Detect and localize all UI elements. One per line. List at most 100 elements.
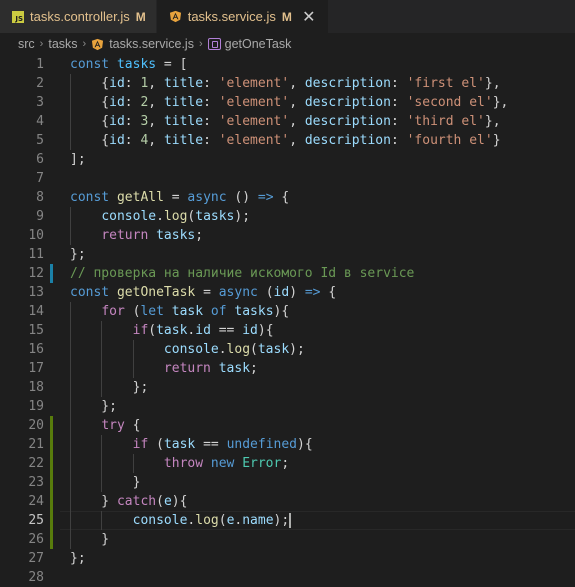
method-symbol-icon [207,38,221,50]
code-token: id [109,76,125,91]
code-line[interactable]: 22 throw new Error; [0,454,575,473]
code-token: }; [70,380,149,395]
code-line[interactable]: 19 }; [0,397,575,416]
code-token: task [163,437,196,452]
line-number: 10 [28,228,44,243]
code-token: 'second el' [406,95,493,110]
line-number: 5 [36,133,44,148]
code-line[interactable]: 8 const getAll = async () => { [0,188,575,207]
code-token: : [124,95,141,110]
line-number: 26 [28,532,44,547]
code-token: console [132,513,188,528]
code-token: ( [156,494,164,509]
code-token: => [257,190,274,205]
code-line[interactable]: 5 {id: 4, title: 'element', description:… [0,131,575,150]
line-number: 17 [28,361,44,376]
code-token: }, [484,76,501,91]
code-line[interactable]: 3 {id: 2, title: 'element', description:… [0,93,575,112]
breadcrumb-item-symbol[interactable]: getOneTask [225,37,292,51]
code-token: description [304,76,391,91]
code-line[interactable]: 18 }; [0,378,575,397]
code-line[interactable]: 23 } [0,473,575,492]
code-token: undefined [226,437,298,452]
code-text: // проверка на наличие искомого Id в ser… [70,264,414,283]
code-line[interactable]: 24 } catch(e){ [0,492,575,511]
breadcrumb-item-src[interactable]: src [18,37,35,51]
code-text: console.log(tasks); [70,207,250,226]
code-token: description [304,95,391,110]
angular-file-icon [92,38,104,50]
code-text: throw new Error; [70,454,289,473]
added-line-indicator [50,511,53,530]
modified-badge: M [281,9,292,24]
line-number: 9 [36,209,44,224]
code-token: id [242,323,258,338]
code-token: ( [250,342,258,357]
code-token: description [304,133,391,148]
code-token: : [203,76,219,91]
code-token: if [132,323,149,338]
code-token: Error [242,456,282,471]
tab-bar: JS tasks.controller.js M tasks.service.j… [0,0,575,33]
code-token: }, [484,114,501,129]
code-token: { [70,76,110,91]
code-line[interactable]: 13 const getOneTask = async (id) => { [0,283,575,302]
code-token: of [210,304,235,319]
code-text: try { [70,416,140,435]
code-text: } [70,473,141,492]
code-token: { [124,418,141,433]
code-token: ; [195,228,204,243]
code-line[interactable]: 9 console.log(tasks); [0,207,575,226]
code-token: , [148,133,164,148]
code-line[interactable]: 26 } [0,530,575,549]
code-token: return [163,361,219,376]
tab-tasks-service[interactable]: tasks.service.js M ✕ [156,0,329,33]
code-line[interactable]: 25 console.log(e.name); [0,511,575,530]
code-token: ( [124,304,141,319]
code-line[interactable]: 21 if (task == undefined){ [0,435,575,454]
line-number: 3 [36,95,44,110]
added-line-indicator [50,454,53,473]
code-token: 'third el' [406,114,485,129]
code-line[interactable]: 2 {id: 1, title: 'element', description:… [0,74,575,93]
code-line[interactable]: 27}; [0,549,575,568]
code-line[interactable]: 10 return tasks; [0,226,575,245]
code-token: ) [289,285,305,300]
code-text: console.log(e.name); [70,511,292,530]
chevron-right-icon: › [198,38,203,50]
code-token: id [109,133,125,148]
code-line[interactable]: 12 // проверка на наличие искомого Id в s… [0,264,575,283]
breadcrumb-item-tasks[interactable]: tasks [48,37,77,51]
line-number: 12 [28,266,44,281]
close-icon[interactable]: ✕ [300,7,318,27]
code-line[interactable]: 20 try { [0,416,575,435]
code-token: tasks [156,228,196,243]
code-line[interactable]: 15 if(task.id == id){ [0,321,575,340]
code-token: { [179,494,188,509]
code-line[interactable]: 4 {id: 3, title: 'element', description:… [0,112,575,131]
code-token: } [70,532,110,547]
tab-tasks-controller[interactable]: JS tasks.controller.js M [0,0,157,33]
code-editor[interactable]: 1 const tasks = [2 {id: 1, title: 'elemen… [0,55,575,585]
breadcrumb-item-file[interactable]: tasks.service.js [109,37,194,51]
code-line[interactable]: 1 const tasks = [ [0,55,575,74]
code-text: {id: 4, title: 'element', description: '… [70,131,500,150]
code-line[interactable]: 14 for (let task of tasks){ [0,302,575,321]
code-token: = [163,190,188,205]
code-line[interactable]: 6]; [0,150,575,169]
line-number: 27 [28,551,44,566]
code-token: { [70,133,110,148]
code-line[interactable]: 7 [0,169,575,188]
code-line[interactable]: 17 return task; [0,359,575,378]
js-file-icon: JS [12,10,24,23]
code-token: { [70,95,110,110]
code-text: console.log(task); [70,340,305,359]
code-token: 'element' [218,114,290,129]
line-number: 1 [36,57,44,72]
code-line[interactable]: 11}; [0,245,575,264]
code-line[interactable]: 16 console.log(task); [0,340,575,359]
